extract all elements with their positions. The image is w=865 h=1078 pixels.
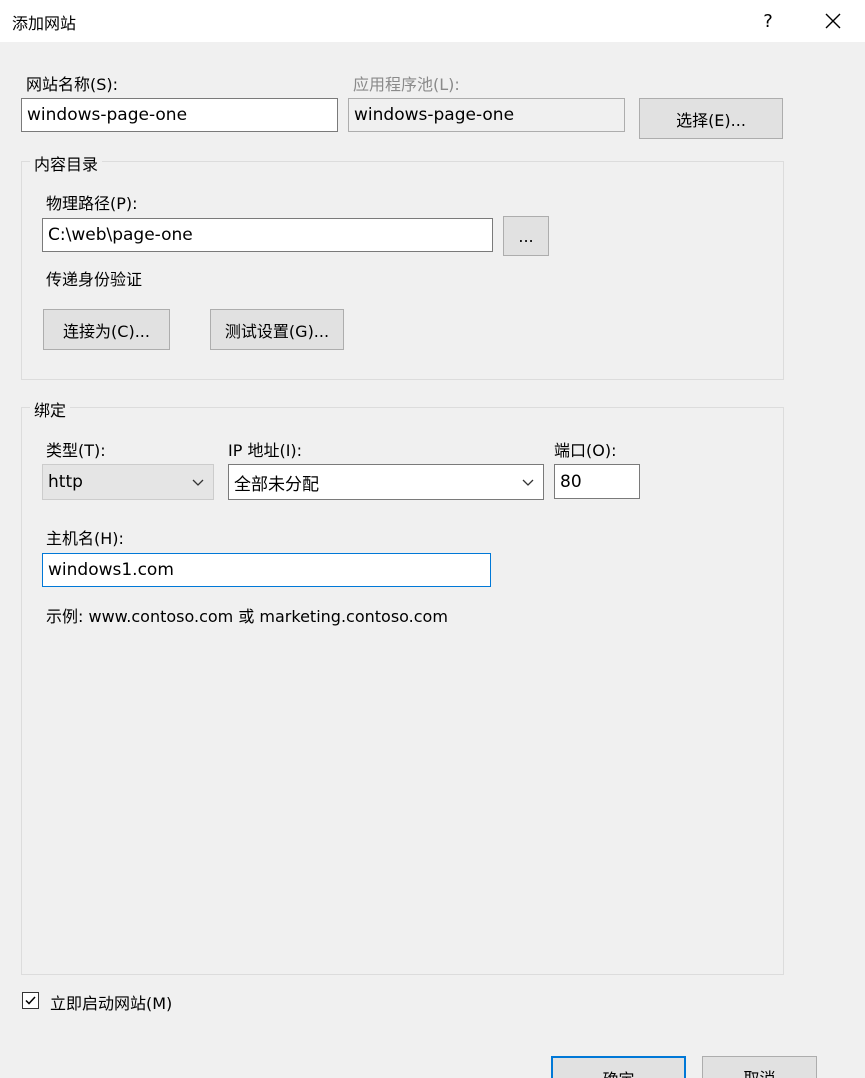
test-settings-button[interactable]: 测试设置(G)... [210, 309, 344, 350]
window-title: 添加网站 [12, 14, 77, 33]
content-directory-legend: 内容目录 [30, 151, 103, 175]
start-site-checkbox[interactable] [22, 992, 39, 1009]
chevron-down-icon [192, 479, 204, 486]
help-icon: ? [763, 10, 773, 32]
select-pool-button[interactable]: 选择(E)... [639, 98, 783, 139]
port-label: 端口(O): [554, 441, 617, 460]
host-name-example: 示例: www.contoso.com 或 marketing.contoso.… [46, 607, 448, 626]
physical-path-input[interactable]: C:\web\page-one [42, 218, 493, 252]
host-name-input[interactable]: windows1.com [42, 553, 491, 587]
browse-path-button[interactable]: ... [503, 216, 549, 256]
chevron-down-icon [522, 479, 534, 486]
physical-path-label: 物理路径(P): [46, 194, 138, 213]
ip-address-select[interactable]: 全部未分配 [228, 464, 544, 500]
binding-legend: 绑定 [30, 397, 71, 421]
site-name-label: 网站名称(S): [26, 75, 119, 94]
type-label: 类型(T): [46, 441, 106, 460]
pass-through-auth-label: 传递身份验证 [46, 270, 143, 289]
ip-address-label: IP 地址(I): [228, 441, 303, 460]
close-icon [825, 13, 841, 29]
ok-button[interactable]: 确定 [551, 1056, 686, 1078]
app-pool-label: 应用程序池(L): [353, 75, 460, 94]
port-input[interactable]: 80 [554, 464, 640, 499]
checkmark-icon [25, 996, 36, 1005]
cancel-button[interactable]: 取消 [702, 1056, 817, 1078]
start-site-label[interactable]: 立即启动网站(M) [50, 990, 172, 1014]
ip-address-select-value: 全部未分配 [234, 474, 319, 495]
title-bar: 添加网站 ? [0, 0, 865, 42]
host-name-label: 主机名(H): [46, 529, 124, 548]
close-button[interactable] [810, 0, 856, 42]
type-select[interactable]: http [42, 464, 214, 500]
app-pool-field: windows-page-one [348, 98, 625, 132]
connect-as-button[interactable]: 连接为(C)... [43, 309, 170, 350]
type-select-value: http [48, 472, 83, 492]
help-button[interactable]: ? [745, 0, 791, 42]
site-name-input[interactable]: windows-page-one [21, 98, 338, 132]
